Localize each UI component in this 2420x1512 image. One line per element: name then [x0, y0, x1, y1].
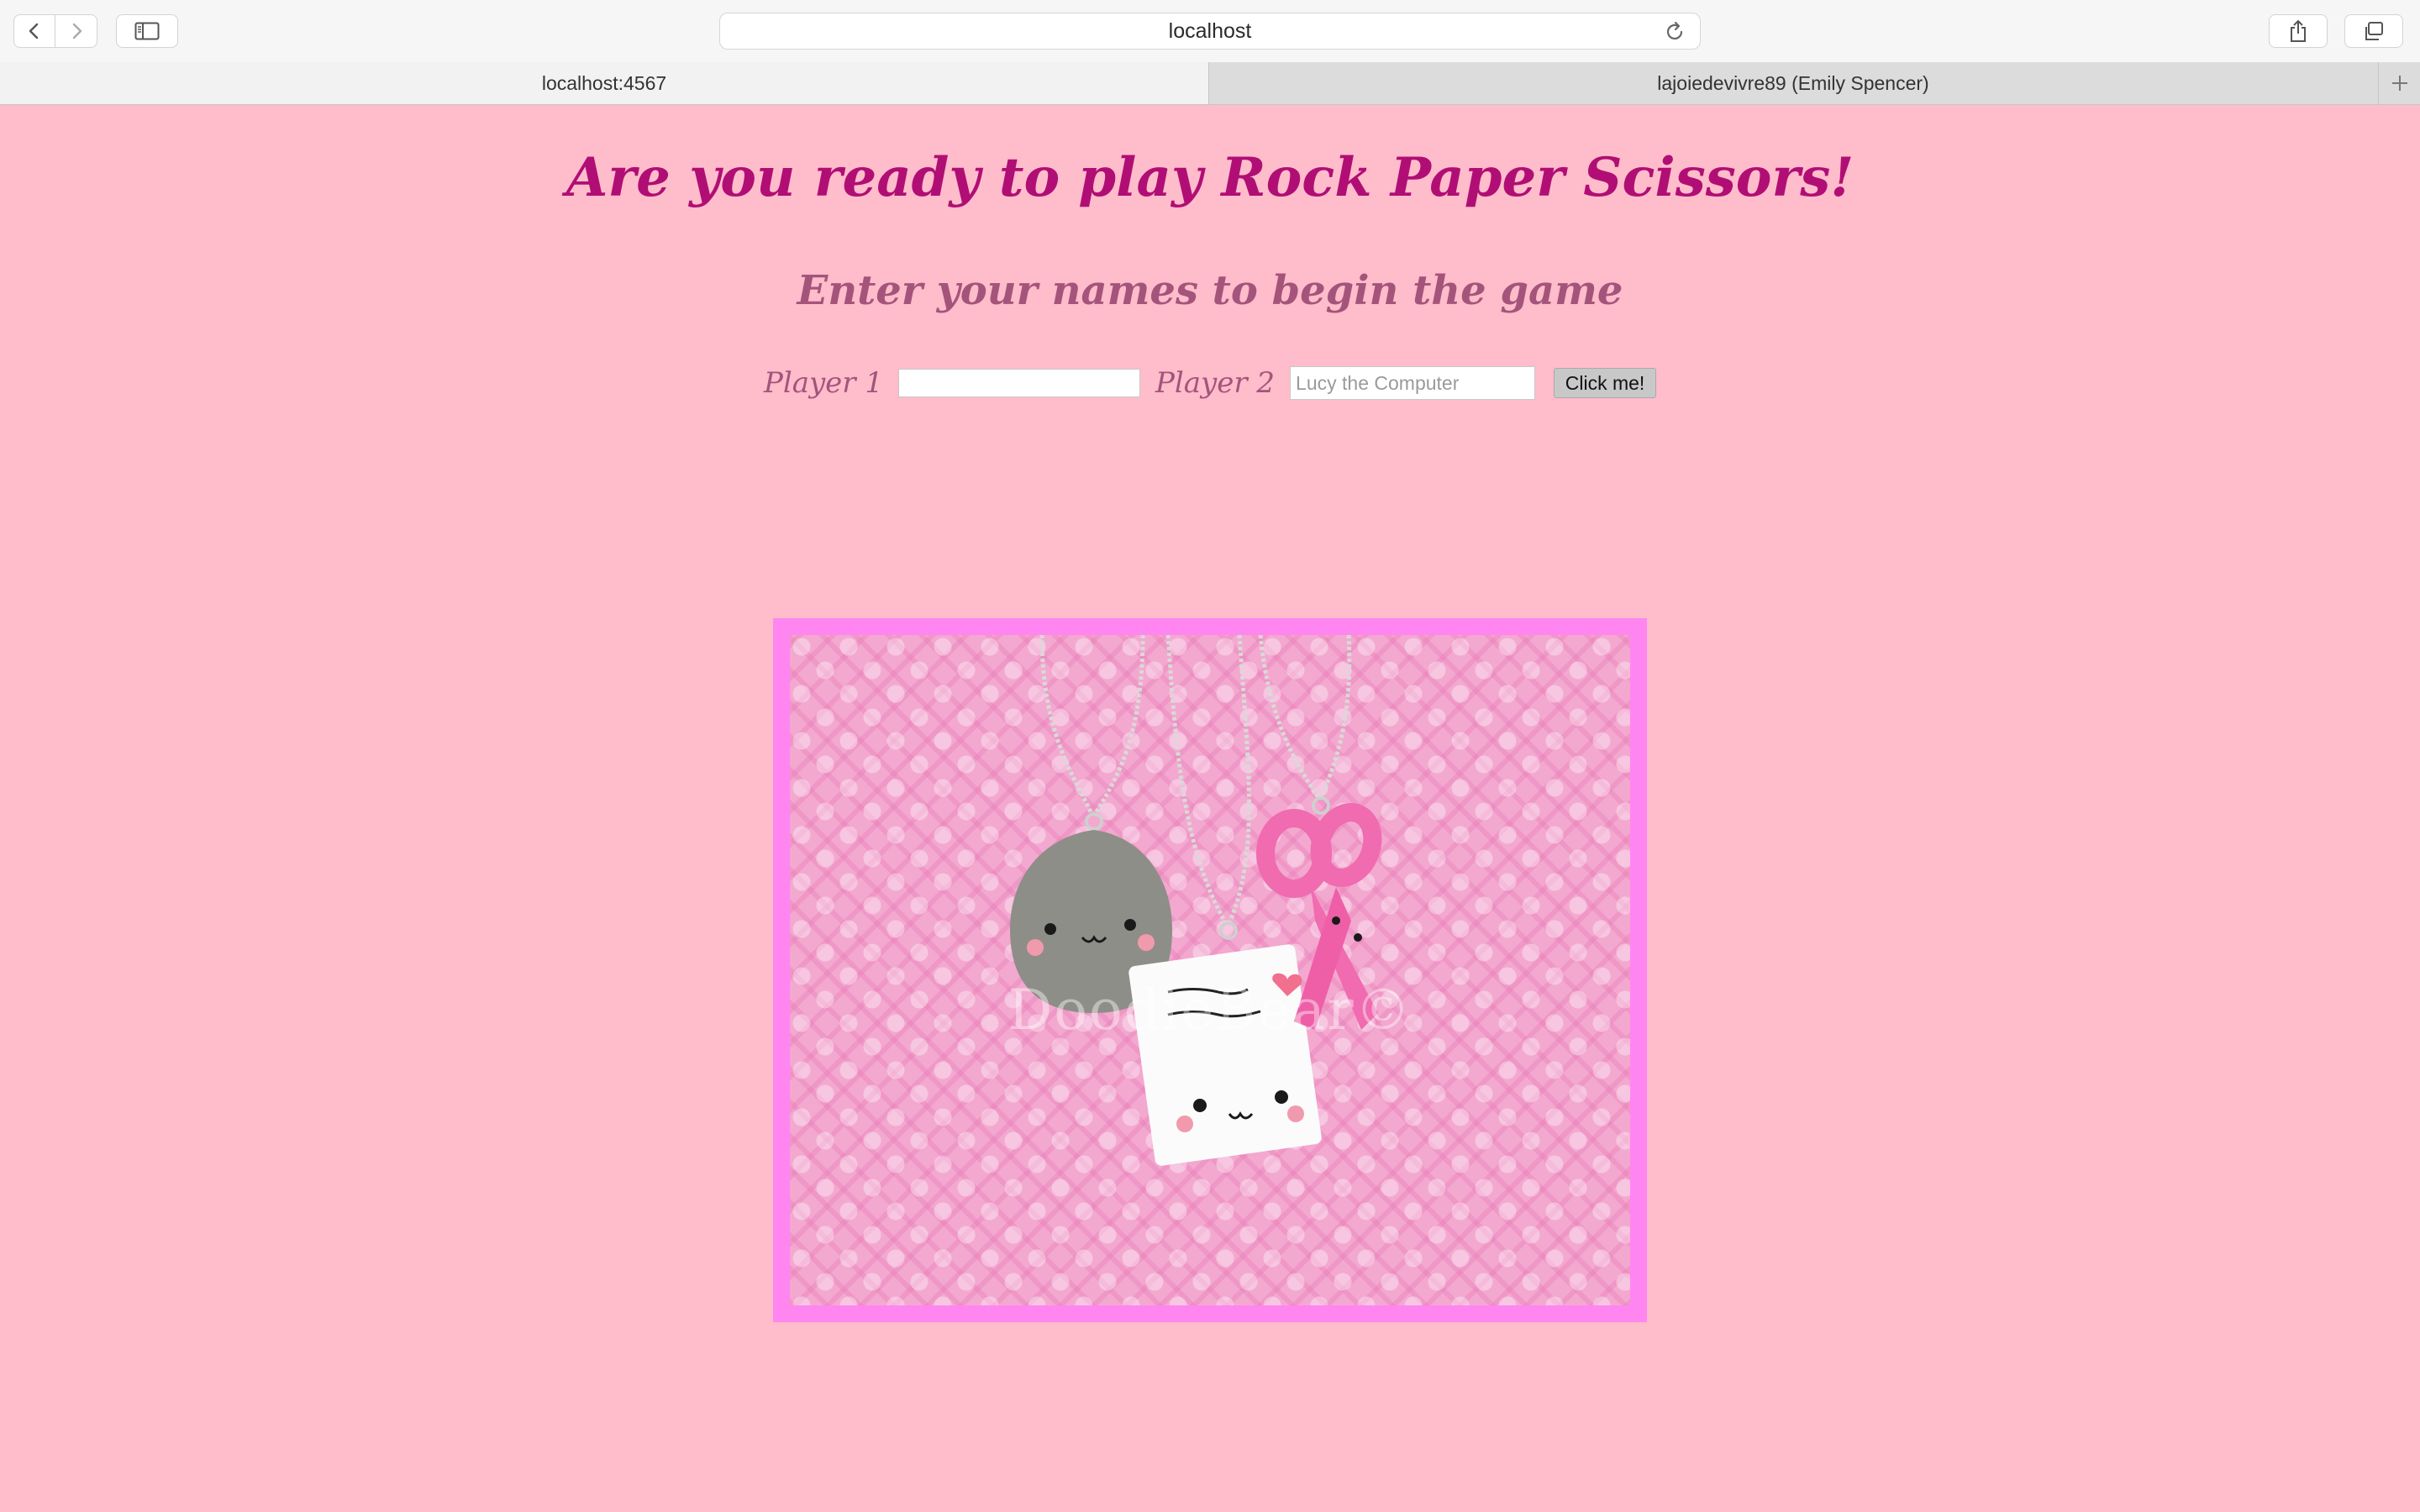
sidebar-icon [134, 22, 160, 40]
player1-input[interactable] [898, 369, 1140, 397]
plus-icon [2392, 76, 2407, 91]
chevron-left-icon [29, 23, 39, 39]
tab-bar: localhost:4567 lajoiedevivre89 (Emily Sp… [0, 62, 2420, 105]
browser-toolbar: localhost [0, 0, 2420, 63]
player-names-form: Player 1 Player 2 Click me! [0, 362, 2420, 404]
charm-necklaces-illustration [1010, 635, 1382, 1166]
tabs-overview-icon [2365, 22, 2383, 40]
forward-button[interactable] [55, 14, 97, 48]
address-bar-url: localhost [1168, 18, 1252, 43]
tab-localhost[interactable]: localhost:4567 [0, 62, 1209, 104]
player2-input[interactable] [1290, 366, 1536, 400]
chevron-right-icon [72, 23, 82, 39]
sidebar-toggle-button[interactable] [116, 14, 178, 48]
player1-label: Player 1 [763, 366, 883, 400]
back-button[interactable] [13, 14, 55, 48]
image-watermark: DoodieBear© [1007, 978, 1413, 1042]
address-bar[interactable]: localhost [719, 13, 1701, 50]
share-icon [2291, 19, 2306, 42]
tab-emily-spencer[interactable]: lajoiedevivre89 (Emily Spencer) [1209, 62, 2377, 104]
photo-frame: DoodieBear© [773, 618, 1647, 1322]
submit-button[interactable]: Click me! [1554, 368, 1657, 398]
tab-label: localhost:4567 [541, 71, 667, 94]
page-subtitle: Enter your names to begin the game [797, 267, 1623, 314]
rock-paper-scissors-photo: DoodieBear© [790, 635, 1630, 1305]
player2-label: Player 2 [1155, 366, 1276, 400]
share-button[interactable] [2269, 14, 2328, 48]
tab-label: lajoiedevivre89 (Emily Spencer) [1657, 71, 1929, 94]
tab-overview-button[interactable] [2344, 14, 2403, 48]
page-title: Are you ready to play Rock Paper Scissor… [566, 146, 1854, 209]
new-tab-button[interactable] [2378, 62, 2420, 104]
reload-icon[interactable] [1663, 20, 1686, 44]
